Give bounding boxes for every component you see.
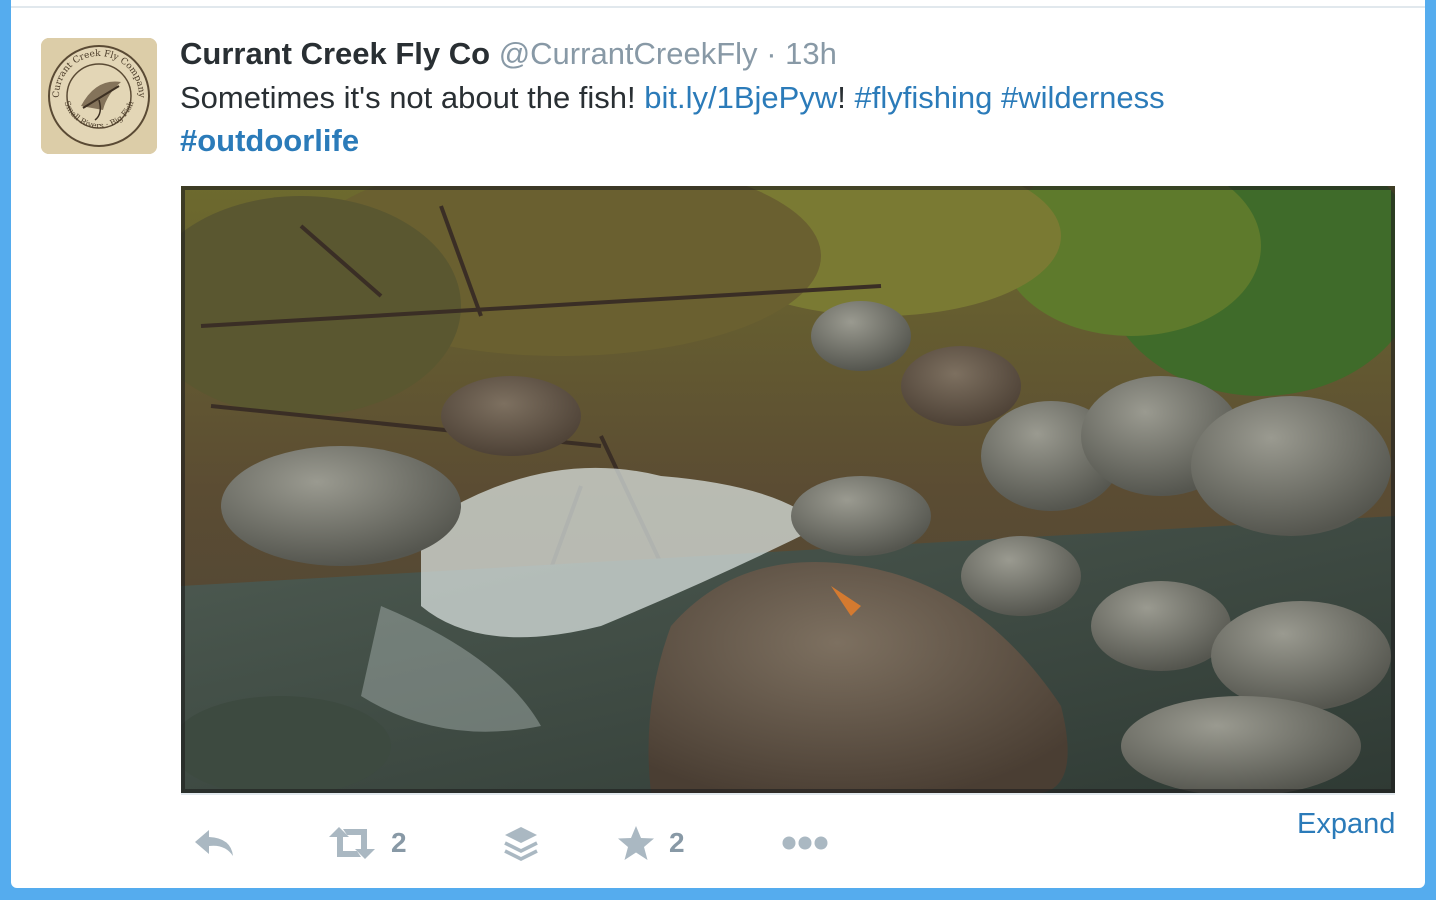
tweet-text-exclaim: ! bbox=[837, 80, 846, 115]
tweet-header: Currant Creek Fly Co @CurrantCreekFly · … bbox=[180, 34, 837, 74]
retweet-icon bbox=[329, 827, 375, 859]
reply-button[interactable] bbox=[193, 818, 237, 868]
tweet-text: Sometimes it's not about the fish! bit.l… bbox=[180, 76, 1330, 162]
tweet-text-body: Sometimes it's not about the fish! bbox=[180, 80, 645, 115]
favorite-count: 2 bbox=[669, 827, 685, 858]
tweet-timestamp[interactable]: 13h bbox=[785, 36, 837, 71]
tweet-link[interactable]: bit.ly/1BjePyw bbox=[644, 80, 837, 115]
hashtag-wilderness[interactable]: #wilderness bbox=[1001, 80, 1165, 115]
star-icon bbox=[618, 826, 654, 860]
tweet-photo[interactable] bbox=[181, 186, 1395, 795]
hashtag-flyfishing[interactable]: #flyfishing bbox=[854, 80, 992, 115]
buffer-button[interactable] bbox=[503, 818, 539, 868]
favorite-button[interactable]: 2 bbox=[617, 818, 685, 868]
separator-dot: · bbox=[766, 36, 777, 71]
account-username[interactable]: @CurrantCreekFly bbox=[499, 36, 758, 71]
stack-icon bbox=[504, 827, 538, 861]
reply-icon bbox=[195, 830, 233, 856]
tweet-actions: 2 2 bbox=[181, 818, 1081, 868]
more-icon bbox=[782, 836, 828, 850]
retweet-count: 2 bbox=[391, 827, 407, 858]
avatar[interactable]: Currant Creek Fly Company Small Rivers ·… bbox=[41, 38, 157, 154]
account-fullname[interactable]: Currant Creek Fly Co bbox=[180, 36, 490, 71]
divider bbox=[11, 6, 1425, 8]
retweet-button[interactable]: 2 bbox=[327, 818, 407, 868]
hashtag-outdoorlife[interactable]: #outdoorlife bbox=[180, 123, 359, 158]
more-button[interactable] bbox=[781, 818, 829, 868]
expand-link[interactable]: Expand bbox=[1297, 808, 1395, 841]
tweet-card[interactable]: Currant Creek Fly Company Small Rivers ·… bbox=[11, 0, 1425, 888]
